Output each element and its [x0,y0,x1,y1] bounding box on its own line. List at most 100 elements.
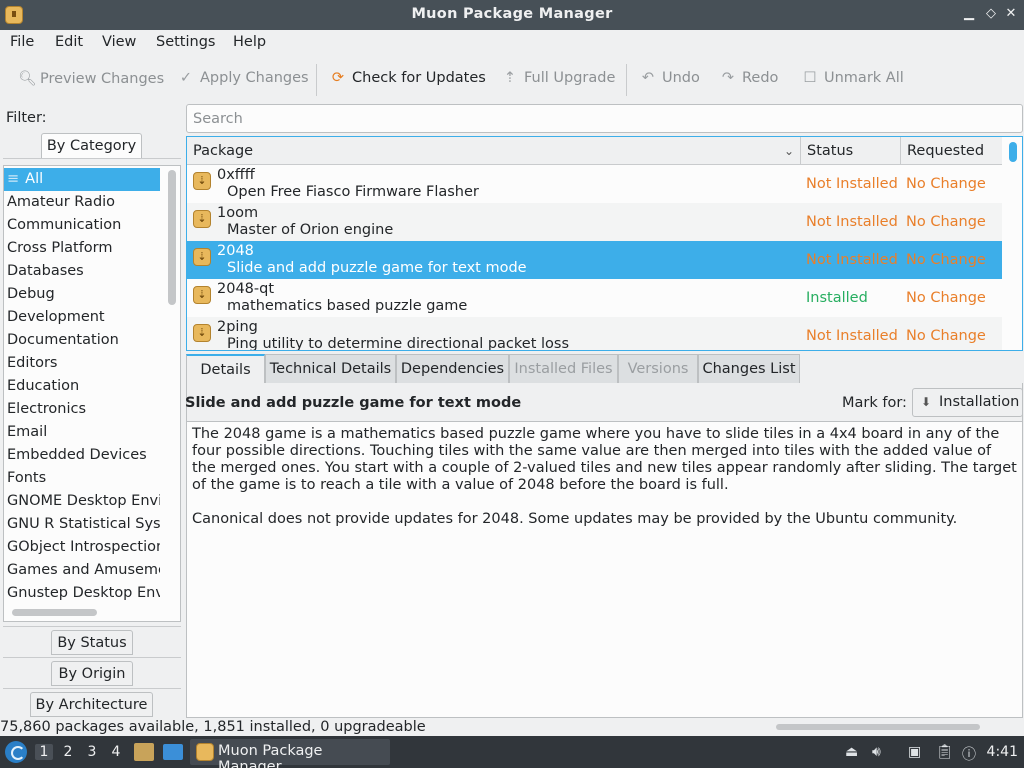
workspace-3[interactable]: 3 [83,744,101,760]
tab-dependencies[interactable]: Dependencies [396,354,509,383]
maximize-button[interactable]: ◇ [982,5,1000,23]
mark-installation-button[interactable]: ⬇ Installation [912,388,1023,417]
app-launcher-icon[interactable] [5,741,27,763]
menu-bar: File Edit View Settings Help [0,30,1024,56]
category-item[interactable]: Cross Platform [4,237,160,260]
column-package[interactable]: Package ⌄ [187,137,801,165]
filter-divider [3,158,181,159]
check-icon: ✓ [179,70,193,86]
category-item[interactable]: Electronics [4,398,160,421]
category-hscrollbar[interactable] [12,609,97,616]
workspace-2[interactable]: 2 [59,744,77,760]
mark-for-label: Mark for: [842,395,907,411]
clipboard-icon[interactable]: 📋︎ [936,744,954,760]
tab-technical-details[interactable]: Technical Details [265,354,396,383]
download-icon: ⬇ [921,395,932,409]
filter-label: Filter: [6,110,47,126]
category-item[interactable]: Embedded Devices [4,444,160,467]
category-item[interactable]: Amateur Radio [4,191,160,214]
close-button[interactable]: ✕ [1002,5,1020,23]
network-icon[interactable]: ▣ [908,744,921,760]
eject-icon[interactable]: ⏏ [845,744,858,760]
tab-by-architecture[interactable]: By Architecture [30,692,153,717]
category-item[interactable]: Gnustep Desktop Envi [4,582,160,605]
redo-button[interactable]: ↷ Redo [720,70,779,86]
table-row[interactable]: ⇣ 2048-qt mathematics based puzzle game … [187,279,1002,317]
toolbar-separator [626,64,627,96]
unmark-all-button[interactable]: ☐ Unmark All [802,70,904,86]
menu-edit[interactable]: Edit [55,34,83,50]
table-header: Package ⌄ Status Requested [187,137,1002,165]
status-bar: 75,860 packages available, 1,851 install… [0,719,426,735]
table-row[interactable]: ⇣ 2ping Ping utility to determine direct… [187,317,1002,351]
table-scrollbar[interactable] [1009,142,1017,162]
package-name: 2048 [217,243,254,259]
refresh-icon: ⟳ [331,70,345,86]
show-desktop-icon[interactable] [163,744,183,760]
notification-icon[interactable]: ⓘ [962,744,976,764]
tab-by-status[interactable]: By Status [51,630,133,655]
package-description: mathematics based puzzle game [227,298,468,314]
full-upgrade-button[interactable]: ⇡ Full Upgrade [502,70,615,86]
workspace-4[interactable]: 4 [107,744,125,760]
category-item[interactable]: Development [4,306,160,329]
category-item[interactable]: GNOME Desktop Envir [4,490,160,513]
tab-by-origin[interactable]: By Origin [51,661,133,686]
category-item[interactable]: Databases [4,260,160,283]
apply-changes-button[interactable]: ✓ Apply Changes [178,70,309,86]
category-scrollbar[interactable] [168,170,176,600]
filter-divider [3,657,181,658]
package-icon: ⇣ [193,286,211,304]
minimize-button[interactable]: ▁ [960,5,978,23]
tab-details[interactable]: Details [186,354,265,383]
package-status: Not Installed [806,176,898,192]
tab-installed-files[interactable]: Installed Files [509,354,618,383]
description-paragraph: Canonical does not provide updates for 2… [192,511,958,527]
preview-changes-button[interactable]: 🔍︎ Preview Changes [18,70,164,87]
package-requested: No Change [906,290,986,306]
package-status: Not Installed [806,252,898,268]
table-row[interactable]: ⇣ 1oom Master of Orion engine Not Instal… [187,203,1002,241]
menu-view[interactable]: View [102,34,136,50]
tab-versions[interactable]: Versions [618,354,698,383]
menu-file[interactable]: File [10,34,34,50]
chevron-down-icon: ⌄ [783,144,794,158]
category-item[interactable]: GNU R Statistical Syste [4,513,160,536]
undo-button[interactable]: ↶ Undo [640,70,700,86]
file-manager-icon[interactable] [134,743,154,761]
category-item[interactable]: Communication [4,214,160,237]
package-name: 0xffff [217,167,255,183]
taskbar-app-muon[interactable]: Muon Package Manager [190,739,390,768]
package-table: Package ⌄ Status Requested ⇣ 0xffff Open … [186,136,1023,351]
tab-by-category[interactable]: By Category [41,133,142,159]
search-input[interactable] [186,104,1023,133]
category-item[interactable]: ≡ All [4,168,160,191]
category-item[interactable]: Education [4,375,160,398]
category-item[interactable]: Editors [4,352,160,375]
tab-changes-list[interactable]: Changes List [698,354,800,383]
package-requested: No Change [906,328,986,344]
menu-help[interactable]: Help [233,34,266,50]
category-item[interactable]: Email [4,421,160,444]
column-requested[interactable]: Requested [901,137,1002,165]
category-item[interactable]: Fonts [4,467,160,490]
package-description: Ping utility to determine directional pa… [227,336,570,351]
package-requested: No Change [906,252,986,268]
volume-icon[interactable]: 🔊︎ [872,744,881,760]
category-item[interactable]: GObject Introspection [4,536,160,559]
category-item[interactable]: Games and Amusemen [4,559,160,582]
category-item[interactable]: Debug [4,283,160,306]
scrollbar-thumb[interactable] [168,170,176,305]
menu-settings[interactable]: Settings [156,34,215,50]
unmark-icon: ☐ [803,70,817,86]
details-hscrollbar[interactable] [776,724,980,730]
column-status[interactable]: Status [801,137,901,165]
package-requested: No Change [906,176,986,192]
table-row[interactable]: ⇣ 0xffff Open Free Fiasco Firmware Flash… [187,165,1002,203]
category-item[interactable]: Documentation [4,329,160,352]
check-for-updates-button[interactable]: ⟳ Check for Updates [330,70,486,86]
upgrade-icon: ⇡ [503,70,517,86]
search-icon: 🔍︎ [18,71,37,87]
table-row[interactable]: ⇣ 2048 Slide and add puzzle game for tex… [187,241,1002,279]
workspace-1[interactable]: 1 [35,744,53,760]
